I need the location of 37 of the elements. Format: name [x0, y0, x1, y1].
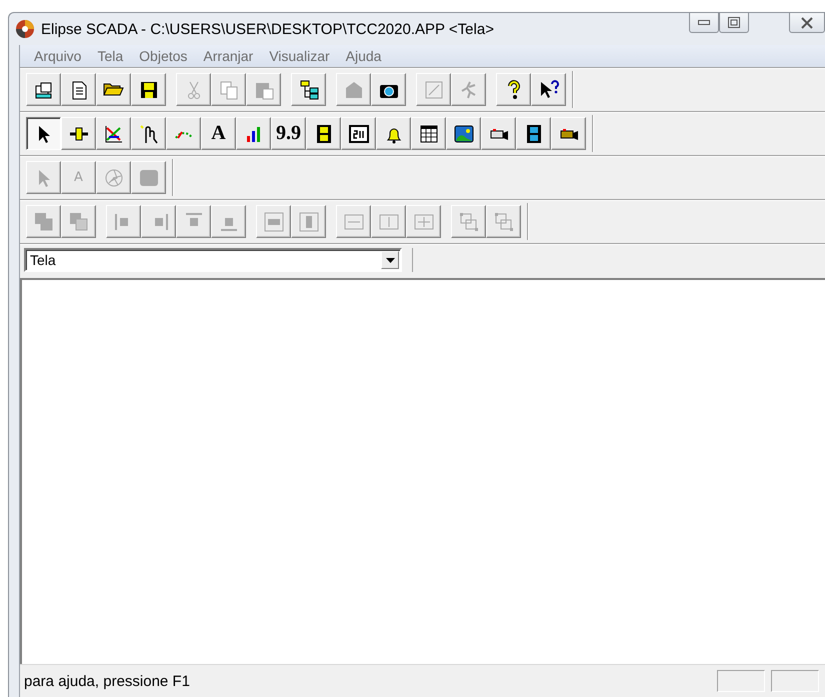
- maximize-button[interactable]: [719, 13, 749, 33]
- app-logo-icon: [15, 19, 35, 39]
- tool-button[interactable]: A: [201, 117, 236, 150]
- bring-front-icon: [32, 210, 54, 232]
- copy-icon: [218, 78, 240, 100]
- touch-icon: [138, 122, 160, 144]
- screen-select[interactable]: Tela: [24, 248, 402, 272]
- status-pane: [771, 670, 819, 692]
- minimize-button[interactable]: [689, 13, 719, 33]
- picture-icon: [452, 122, 474, 144]
- group-icon: [458, 210, 480, 232]
- calendar-icon: [418, 122, 440, 144]
- ungroup-icon: [492, 210, 514, 232]
- menu-item[interactable]: Objetos: [131, 48, 196, 64]
- menu-item[interactable]: Arquivo: [26, 48, 90, 64]
- close-button[interactable]: [789, 13, 825, 33]
- minimize-icon: [698, 20, 710, 26]
- edit-icon: [422, 78, 444, 100]
- menu-item[interactable]: Tela: [89, 48, 132, 64]
- open-folder-icon: [103, 83, 124, 96]
- menu-item[interactable]: Visualizar: [261, 48, 338, 64]
- center-vertical-icon: [262, 210, 284, 232]
- tool-button[interactable]: 9.9: [271, 117, 306, 150]
- aperture-icon: [102, 166, 124, 188]
- center-horizontal-icon: [298, 210, 320, 232]
- window-title: Elipse SCADA - C:\USERS\USER\DESKTOP\TCC2020.APP <Tela>: [41, 20, 494, 38]
- tool-button[interactable]: [26, 117, 61, 150]
- restore-icon: [728, 17, 740, 28]
- send-back-icon: [68, 210, 90, 232]
- tree-icon: [298, 78, 320, 100]
- close-icon: [801, 16, 813, 28]
- status-pane: [717, 670, 765, 692]
- caret-icon: [386, 258, 394, 262]
- menu-item[interactable]: Arranjar: [195, 48, 262, 64]
- status-text: para ajuda, pressione F1: [23, 672, 191, 690]
- digits-icon: [348, 122, 370, 144]
- menu-item[interactable]: Ajuda: [338, 48, 390, 64]
